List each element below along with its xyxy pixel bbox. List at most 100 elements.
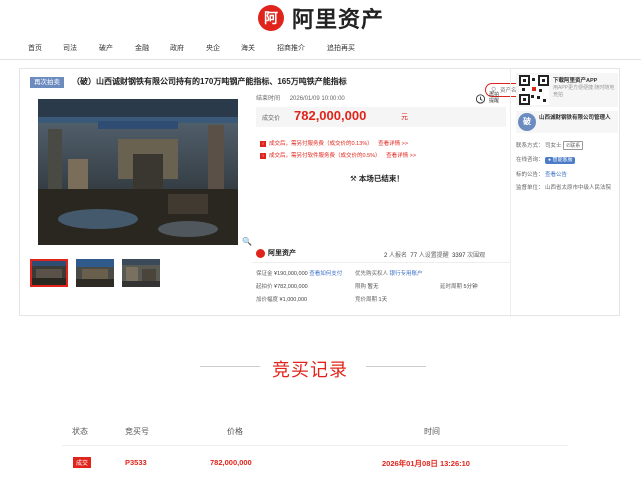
applicant-label: 人报名 bbox=[389, 253, 408, 259]
auction-detail-panel: 再次拍卖 （破）山西诚财钢铁有限公司持有的170万吨钢产能指标、165万吨铁产能… bbox=[19, 68, 620, 317]
organizer-name: 山西诚财钢铁有限公司管理人 bbox=[539, 115, 611, 121]
divider bbox=[252, 262, 510, 263]
item-title: （破）山西诚财钢铁有限公司持有的170万吨钢产能指标、165万吨铁产能指标 bbox=[72, 77, 347, 86]
header-bidder: 竞买号 bbox=[125, 427, 149, 436]
start-price-value: ¥782,000,000 bbox=[274, 284, 308, 290]
bid-price: 782,000,000 bbox=[210, 458, 252, 467]
records-title-line-right bbox=[366, 366, 426, 367]
fee-text: 成交后，需另付软件服务费（成交价的0.5%） bbox=[269, 153, 381, 159]
fee-detail-link[interactable]: 查看详情 >> bbox=[386, 153, 416, 159]
auction-ended-message: ⚒ 本场已结束！ bbox=[350, 173, 404, 184]
bankruptcy-badge-icon: 破 bbox=[518, 113, 536, 131]
thumbnail-1[interactable] bbox=[30, 259, 68, 287]
nav-item-central-enterprise[interactable]: 央企 bbox=[206, 43, 220, 53]
contact-label: 联系方式： bbox=[516, 143, 544, 149]
organizer-box[interactable]: 破 山西诚财钢铁有限公司管理人 bbox=[516, 111, 618, 133]
records-table-header: 状态 竞买号 价格 时间 bbox=[62, 420, 568, 446]
records-title: 竞买记录 bbox=[272, 360, 348, 380]
price-box: 成交价 782,000,000 元 bbox=[256, 107, 506, 127]
fee-detail-link[interactable]: 查看详情 >> bbox=[378, 141, 408, 147]
nav-item-customs[interactable]: 海关 bbox=[241, 43, 255, 53]
price-unit: 元 bbox=[401, 114, 408, 121]
platform-name: 阿里资产 bbox=[268, 250, 296, 257]
nav-item-bankruptcy[interactable]: 破产 bbox=[99, 43, 113, 53]
consult-label: 在线咨询： bbox=[516, 157, 544, 163]
contact-button[interactable]: ✆联系 bbox=[563, 141, 584, 150]
online-consult-button[interactable]: ● 智能客服 bbox=[545, 157, 576, 164]
deposit-link[interactable]: 查看如何支付 bbox=[309, 271, 342, 277]
alarm-clock-icon bbox=[475, 94, 486, 104]
restrict-value: 暂无 bbox=[367, 284, 379, 290]
main-photo[interactable] bbox=[38, 99, 238, 245]
header-time: 时间 bbox=[424, 427, 440, 436]
remind-label: 再拍提醒 bbox=[489, 92, 500, 104]
cycle-label: 竞价周期 bbox=[355, 297, 378, 303]
records-title-line-left bbox=[200, 366, 260, 367]
applicant-count: 2 bbox=[384, 253, 388, 259]
reauction-tag: 再次拍卖 bbox=[30, 77, 64, 88]
nav-item-judicial[interactable]: 司法 bbox=[63, 43, 77, 53]
consult-row: 在线咨询： ● 智能客服 bbox=[516, 155, 576, 164]
cycle-row: 竞价周期 1天 bbox=[355, 295, 387, 303]
delay-label: 延时周期 bbox=[440, 284, 463, 290]
brand-name: 阿里资产 bbox=[292, 7, 385, 32]
zoom-icon[interactable]: 🔍 bbox=[242, 237, 252, 246]
header-price: 价格 bbox=[227, 427, 243, 436]
deposit-label: 保证金 bbox=[256, 271, 273, 277]
sidebar: 下载阿里资产APP 用APP更方便便捷 随时随地竞拍 破 山西诚财钢铁有限公司管… bbox=[510, 69, 620, 317]
start-price-row: 起拍价 ¥782,000,000 bbox=[256, 282, 308, 290]
delay-value: 5分钟 bbox=[463, 284, 478, 290]
thumbnail-strip bbox=[30, 259, 270, 289]
steel-plant-photo bbox=[38, 99, 238, 245]
platform-logo: 阿里资产 bbox=[256, 248, 296, 258]
nav-item-rebid[interactable]: 追拍再买 bbox=[327, 43, 355, 53]
status-badge: 成交 bbox=[73, 457, 92, 468]
deposit-value: ¥190,000,000 bbox=[274, 271, 308, 277]
restrict-row: 限购 暂无 bbox=[355, 282, 379, 290]
reminder-count: 77 bbox=[410, 253, 418, 259]
contact-name: 司女士 bbox=[545, 143, 562, 149]
app-download-box[interactable]: 下载阿里资产APP 用APP更方便便捷 随时随地竞拍 bbox=[516, 73, 618, 107]
bid-time: 2026年01月08日 13:26:10 bbox=[382, 459, 470, 468]
thumbnail-3[interactable] bbox=[122, 259, 160, 287]
notice-row: 标的公告： 查看公告 bbox=[516, 170, 567, 178]
priority-label: 优先购买权人 bbox=[355, 271, 389, 277]
court-label: 监督单位： bbox=[516, 185, 544, 191]
end-time-label: 结束时间 bbox=[256, 96, 281, 102]
price-label: 成交价 bbox=[262, 116, 281, 122]
fee-notice-1: ! 成交后，需另付服务费（成交价的0.13%） 查看详情 >> bbox=[260, 139, 408, 147]
info-icon: ! bbox=[260, 140, 266, 147]
app-download-title: 下载阿里资产APP bbox=[553, 78, 598, 84]
chat-icon: ● bbox=[548, 157, 552, 163]
contact-row: 联系方式： 司女士 ✆联系 bbox=[516, 141, 584, 150]
brand-logo[interactable]: 阿 阿里资产 bbox=[258, 4, 384, 32]
priority-row: 优先购买权人 银行专用账户 bbox=[355, 269, 423, 277]
court-name: 山西省太原市中级人民法院 bbox=[545, 185, 612, 191]
header-status: 状态 bbox=[72, 427, 88, 436]
fee-text: 成交后，需另付服务费（成交价的0.13%） bbox=[269, 141, 373, 147]
app-download-subtitle: 用APP更方便便捷 随时随地竞拍 bbox=[553, 85, 615, 98]
deposit-row: 保证金 ¥190,000,000 查看如何支付 bbox=[256, 269, 342, 277]
reminder-label: 人设置提醒 bbox=[418, 253, 449, 259]
notice-link[interactable]: 查看公告 bbox=[545, 172, 567, 178]
info-icon: ! bbox=[260, 152, 266, 159]
thumbnail-2[interactable] bbox=[76, 259, 114, 287]
bidder-number: P3533 bbox=[125, 458, 147, 467]
nav-item-home[interactable]: 首页 bbox=[28, 43, 42, 53]
increment-value: ¥1,000,000 bbox=[279, 297, 308, 303]
fee-notice-2: ! 成交后，需另付软件服务费（成交价的0.5%） 查看详情 >> bbox=[260, 151, 416, 159]
notice-label: 标的公告： bbox=[516, 172, 544, 178]
end-time-value: 2026/01/09 10:00:00 bbox=[289, 96, 345, 102]
nav-item-investment[interactable]: 招商推介 bbox=[277, 43, 305, 53]
priority-link[interactable]: 银行专用账户 bbox=[390, 271, 423, 277]
qr-code-icon bbox=[519, 75, 549, 105]
ended-text: 本场已结束！ bbox=[358, 174, 404, 183]
cycle-value: 1天 bbox=[378, 297, 388, 303]
court-row: 监督单位： 山西省太原市中级人民法院 bbox=[516, 184, 616, 192]
gavel-icon: ⚒ bbox=[350, 174, 357, 183]
view-count: 3397 bbox=[452, 253, 466, 259]
increment-label: 加价幅度 bbox=[256, 297, 279, 303]
nav-item-government[interactable]: 政府 bbox=[170, 43, 184, 53]
nav-item-finance[interactable]: 金融 bbox=[135, 43, 149, 53]
view-label: 次围观 bbox=[467, 253, 486, 259]
